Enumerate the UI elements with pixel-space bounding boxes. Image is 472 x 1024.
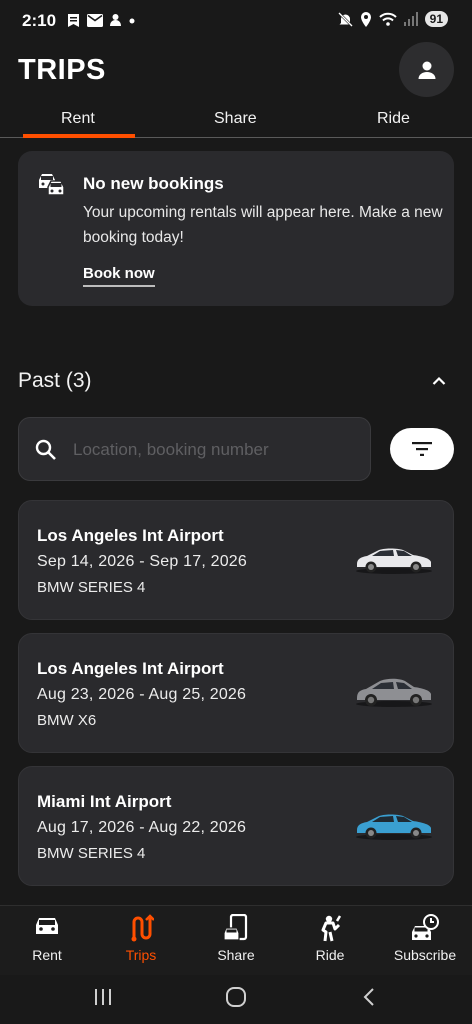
person-icon <box>418 61 435 79</box>
mute-icon <box>337 11 353 27</box>
profile-button[interactable] <box>399 42 454 97</box>
back-icon <box>363 988 374 1006</box>
subscribe-icon <box>412 914 439 940</box>
back-button[interactable] <box>354 985 384 1009</box>
trip-type-tabs: Rent Share Ride <box>0 104 472 138</box>
system-navigation-bar <box>0 975 472 1024</box>
trip-location: Los Angeles Int Airport <box>37 526 224 545</box>
notification-icons <box>66 13 136 28</box>
search-box[interactable] <box>18 417 371 481</box>
ride-icon <box>321 915 342 942</box>
nav-label: Ride <box>315 947 345 963</box>
trip-card[interactable]: Los Angeles Int Airport Aug 23, 2026 - A… <box>18 633 454 753</box>
trip-car-model: BMW SERIES 4 <box>37 579 146 596</box>
cars-icon <box>39 174 65 196</box>
home-button[interactable] <box>221 985 251 1009</box>
nav-label: Trips <box>125 947 157 963</box>
trip-dates: Sep 14, 2026 - Sep 17, 2026 <box>37 553 248 570</box>
trips-screen: 2:10 91 TRIPS Rent Share Ride No new boo… <box>0 0 472 1024</box>
no-bookings-card: No new bookings Your upcoming rentals wi… <box>18 151 454 306</box>
trip-location: Los Angeles Int Airport <box>37 659 224 678</box>
filter-button[interactable] <box>390 428 454 470</box>
car-image <box>356 678 432 707</box>
search-icon <box>35 439 56 460</box>
active-tab-indicator <box>23 134 135 138</box>
home-icon <box>226 987 246 1007</box>
book-now-link[interactable]: Book now <box>83 265 155 287</box>
recent-apps-button[interactable] <box>88 985 118 1009</box>
car-icon <box>36 918 58 934</box>
page-title: TRIPS <box>18 54 106 86</box>
car-image <box>356 548 432 574</box>
news-icon <box>68 14 79 27</box>
past-section-title: Past (3) <box>18 369 92 392</box>
nav-label: Rent <box>32 947 62 963</box>
trip-card[interactable]: Miami Int Airport Aug 17, 2026 - Aug 22,… <box>18 766 454 886</box>
trip-dates: Aug 17, 2026 - Aug 22, 2026 <box>37 819 247 836</box>
nav-label: Subscribe <box>393 947 457 963</box>
dot-icon <box>129 18 135 23</box>
nav-share[interactable]: Share <box>189 906 283 976</box>
tab-rent[interactable]: Rent <box>61 110 95 128</box>
notice-text: Your upcoming rentals will appear here. … <box>83 204 443 246</box>
mail-icon <box>87 14 103 27</box>
filter-icon <box>412 442 432 456</box>
nav-rent[interactable]: Rent <box>0 906 94 976</box>
trip-car-model: BMW X6 <box>37 712 97 729</box>
tab-ride[interactable]: Ride <box>377 110 410 128</box>
status-time: 2:10 <box>22 11 57 30</box>
tab-share[interactable]: Share <box>214 110 257 128</box>
location-icon <box>360 11 371 27</box>
status-bar: 2:10 91 <box>0 0 472 44</box>
search-input[interactable] <box>73 436 358 464</box>
trip-dates: Aug 23, 2026 - Aug 25, 2026 <box>37 686 247 703</box>
nav-ride[interactable]: Ride <box>283 906 377 976</box>
recent-apps-icon <box>95 989 111 1005</box>
car-image <box>356 814 432 840</box>
battery-icon: 91 <box>424 11 448 27</box>
wifi-icon <box>378 12 397 26</box>
trip-car-model: BMW SERIES 4 <box>37 845 146 862</box>
bell-icon <box>110 14 121 26</box>
bottom-navigation: Rent Trips Share Ride Subscribe <box>0 905 472 975</box>
nav-label: Share <box>217 947 255 963</box>
signal-icon <box>403 12 418 26</box>
route-icon <box>131 914 154 942</box>
nav-subscribe[interactable]: Subscribe <box>378 906 472 976</box>
trip-card[interactable]: Los Angeles Int Airport Sep 14, 2026 - S… <box>18 500 454 620</box>
chevron-up-icon <box>432 376 446 385</box>
system-status-icons: 91 <box>337 11 448 27</box>
share-car-icon <box>223 914 248 941</box>
nav-trips[interactable]: Trips <box>94 906 188 976</box>
trip-location: Miami Int Airport <box>37 792 172 811</box>
collapse-past-button[interactable] <box>428 370 450 392</box>
notice-title: No new bookings <box>83 174 224 193</box>
